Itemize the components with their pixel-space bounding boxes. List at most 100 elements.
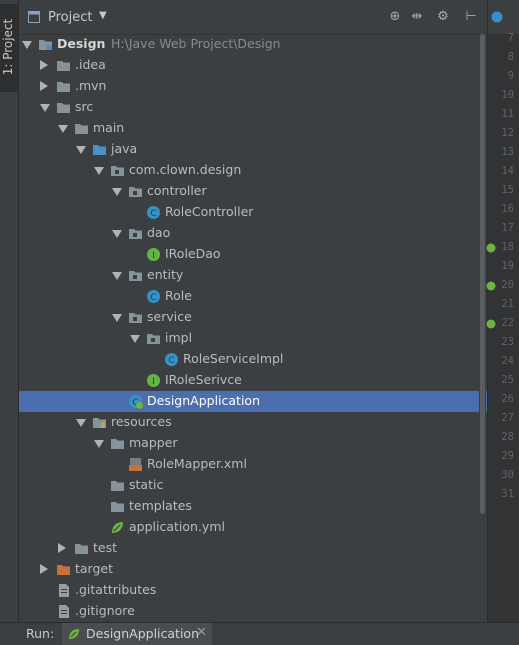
expand-down-icon[interactable]	[112, 314, 122, 322]
tree-node[interactable]: java	[19, 139, 487, 160]
expand-down-icon[interactable]	[76, 419, 86, 427]
gear-icon[interactable]: ⚙	[435, 9, 451, 25]
project-view-icon	[28, 11, 40, 23]
spring-class-icon: C	[128, 394, 143, 409]
collapse-all-icon[interactable]: ⇹	[409, 9, 425, 25]
expand-right-icon[interactable]	[58, 543, 66, 553]
tree-node[interactable]: .mvn	[19, 76, 487, 97]
class-icon: C	[146, 205, 161, 220]
tree-node-label: main	[93, 120, 125, 135]
text-file-icon	[56, 583, 71, 598]
tree-node[interactable]: RoleMapper.xml	[19, 454, 487, 475]
line-number: 15	[501, 184, 514, 196]
expand-down-icon[interactable]	[112, 188, 122, 196]
tree-node[interactable]: static	[19, 475, 487, 496]
tree-node[interactable]: .gitignore	[19, 601, 487, 622]
run-config-tab[interactable]: DesignApplication ✕	[62, 623, 212, 645]
project-tree: Design H:\Jave Web Project\Design .idea .mv…	[19, 34, 487, 622]
expand-down-icon[interactable]	[58, 125, 68, 133]
resources-folder-icon	[92, 415, 107, 430]
hide-panel-icon[interactable]: ⊢	[463, 9, 479, 25]
svg-text:C: C	[150, 293, 156, 303]
tree-node[interactable]: mapper	[19, 433, 487, 454]
editor-tab[interactable]	[488, 0, 519, 35]
line-number: 8	[507, 51, 514, 63]
tree-node[interactable]: src	[19, 97, 487, 118]
line-number: 11	[501, 108, 514, 120]
tool-window-stripe: 1: Project	[0, 0, 19, 622]
scrollbar-thumb[interactable]	[480, 34, 485, 514]
spring-bean-gutter-icon[interactable]	[486, 319, 496, 329]
tree-node[interactable]: entity	[19, 265, 487, 286]
project-tool-window-tab[interactable]: 1: Project	[0, 4, 18, 92]
tree-node-label: IRoleDao	[165, 246, 221, 261]
project-path-hint: H:\Jave Web Project\Design	[111, 36, 281, 51]
expand-right-icon[interactable]	[40, 60, 48, 70]
tree-node[interactable]: controller	[19, 181, 487, 202]
tree-node-label: static	[129, 477, 164, 492]
tree-node-label: java	[111, 141, 138, 156]
tree-node[interactable]: .gitattributes	[19, 580, 487, 601]
project-tab-label: 1: Project	[1, 18, 15, 76]
tree-node-label: .mvn	[75, 78, 107, 93]
folder-icon	[74, 541, 89, 556]
expand-down-icon[interactable]	[112, 272, 122, 280]
tree-node-label: DesignApplication	[147, 393, 261, 408]
folder-icon	[56, 58, 71, 73]
expand-down-icon[interactable]	[76, 146, 86, 154]
tree-node[interactable]: resources	[19, 412, 487, 433]
close-icon[interactable]: ✕	[196, 625, 207, 640]
line-number: 17	[501, 222, 514, 234]
svg-text:I: I	[152, 251, 155, 261]
chevron-down-icon[interactable]: ▼	[99, 10, 107, 21]
tree-node-label: impl	[165, 330, 193, 345]
expand-right-icon[interactable]	[40, 81, 48, 91]
run-config-name: DesignApplication	[86, 626, 200, 641]
project-view-selector[interactable]: Project	[48, 10, 92, 25]
tree-node[interactable]: templates	[19, 496, 487, 517]
line-number: 26	[501, 393, 514, 405]
tree-node[interactable]: C DesignApplication	[19, 391, 487, 412]
tree-node-label: Role	[165, 288, 192, 303]
line-number: 30	[501, 469, 514, 481]
tree-node-label: RoleController	[165, 204, 254, 219]
tree-node-label: entity	[147, 267, 184, 282]
expand-down-icon[interactable]	[130, 335, 140, 343]
spring-bean-gutter-icon[interactable]	[486, 243, 496, 253]
tree-node[interactable]: main	[19, 118, 487, 139]
folder-icon	[74, 121, 89, 136]
tree-node-label: templates	[129, 498, 192, 513]
tree-node[interactable]: C RoleController	[19, 202, 487, 223]
tree-node[interactable]: C Role	[19, 286, 487, 307]
project-panel: Project ▼ ⊕ ⇹ ⚙ ⊢ Design H:\Jave Web Proj…	[19, 0, 487, 622]
svg-text:C: C	[168, 356, 174, 366]
tree-node[interactable]: test	[19, 538, 487, 559]
tree-node[interactable]: I IRoleSerivce	[19, 370, 487, 391]
line-number: 16	[501, 203, 514, 215]
tree-node[interactable]: C RoleServiceImpl	[19, 349, 487, 370]
expand-right-icon[interactable]	[40, 564, 48, 574]
tree-node[interactable]: service	[19, 307, 487, 328]
expand-down-icon[interactable]	[112, 230, 122, 238]
spring-config-icon	[110, 520, 125, 535]
expand-down-icon[interactable]	[40, 104, 50, 112]
vertical-scrollbar[interactable]	[479, 34, 486, 622]
tree-node[interactable]: .idea	[19, 55, 487, 76]
expand-down-icon[interactable]	[22, 41, 32, 49]
tree-node[interactable]: Design H:\Jave Web Project\Design	[19, 34, 487, 55]
tree-node-label: target	[75, 561, 114, 576]
spring-bean-gutter-icon[interactable]	[486, 281, 496, 291]
tree-node[interactable]: application.yml	[19, 517, 487, 538]
svg-text:C: C	[150, 209, 156, 219]
excluded-folder-icon	[56, 562, 71, 577]
expand-down-icon[interactable]	[94, 440, 104, 448]
tree-node[interactable]: impl	[19, 328, 487, 349]
tree-node[interactable]: dao	[19, 223, 487, 244]
tree-node[interactable]: com.clown.design	[19, 160, 487, 181]
tree-node[interactable]: target	[19, 559, 487, 580]
package-icon	[128, 226, 143, 241]
tree-node[interactable]: I IRoleDao	[19, 244, 487, 265]
tree-node-label: resources	[111, 414, 172, 429]
expand-down-icon[interactable]	[94, 167, 104, 175]
locate-file-icon[interactable]: ⊕	[387, 9, 403, 25]
